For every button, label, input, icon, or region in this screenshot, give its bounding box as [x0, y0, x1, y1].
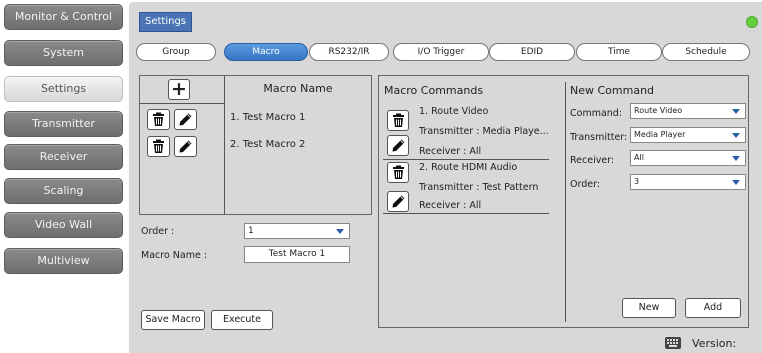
delete-macro-button[interactable]	[147, 109, 170, 130]
macro-list-item[interactable]: 2. Test Macro 2	[230, 139, 305, 150]
order-label: Order :	[141, 226, 175, 237]
pencil-icon	[179, 140, 192, 153]
command-receiver: Receiver : All	[419, 146, 482, 157]
command-receiver: Receiver : All	[419, 200, 482, 211]
edit-macro-button[interactable]	[174, 109, 197, 130]
tab-io-trigger[interactable]: I/O Trigger	[393, 43, 489, 61]
pencil-icon	[392, 195, 405, 208]
trash-icon	[393, 165, 404, 179]
commands-panel: Macro Commands 1. Route Video Transmitte…	[378, 75, 749, 328]
add-command-button[interactable]: Add	[685, 298, 741, 318]
sidebar-item-video-wall[interactable]: Video Wall	[4, 212, 123, 238]
execute-button[interactable]: Execute	[211, 310, 273, 330]
commands-divider	[565, 82, 566, 322]
list-header-divider	[140, 103, 224, 104]
trash-icon	[393, 113, 404, 127]
macro-list-item[interactable]: 1. Test Macro 1	[230, 112, 305, 123]
transmitter-value: Media Player	[634, 130, 686, 139]
chevron-down-icon	[732, 133, 740, 138]
delete-command-button[interactable]	[387, 162, 409, 183]
sidebar-item-multiview[interactable]: Multiview	[4, 248, 123, 274]
order-value: 1	[248, 226, 254, 236]
tab-rs232-ir[interactable]: RS232/IR	[309, 43, 389, 61]
command-title: 2. Route HDMI Audio	[419, 162, 518, 173]
chevron-down-icon	[732, 109, 740, 114]
tab-time[interactable]: Time	[576, 43, 662, 61]
chevron-down-icon	[732, 156, 740, 161]
edit-command-button[interactable]	[387, 135, 409, 156]
pencil-icon	[179, 113, 192, 126]
sidebar-item-scaling[interactable]: Scaling	[4, 178, 123, 204]
macro-name-input[interactable]: Test Macro 1	[244, 246, 350, 263]
tab-macro[interactable]: Macro	[224, 43, 308, 61]
command-transmitter: Transmitter : Media Playe...	[419, 126, 549, 137]
tab-schedule[interactable]: Schedule	[662, 43, 750, 61]
macro-list: + Macro Name 1. Test Macro 1 2. Test Mac…	[139, 75, 372, 215]
main-panel: Settings Group Macro RS232/IR I/O Trigge…	[129, 2, 762, 353]
trash-icon	[153, 112, 164, 126]
tab-edid[interactable]: EDID	[489, 43, 575, 61]
chevron-down-icon	[336, 229, 344, 234]
new-order-value: 3	[634, 177, 640, 186]
sidebar-item-system[interactable]: System	[4, 40, 123, 66]
macro-name-label: Macro Name :	[141, 250, 208, 261]
new-command-button[interactable]: New	[622, 298, 676, 318]
status-indicator	[746, 16, 758, 28]
add-macro-button[interactable]: +	[168, 79, 190, 100]
delete-macro-button[interactable]	[147, 136, 170, 157]
pencil-icon	[392, 139, 405, 152]
chevron-down-icon	[732, 180, 740, 185]
transmitter-label: Transmitter:	[570, 132, 628, 143]
footer: Version:	[129, 335, 762, 353]
transmitter-select[interactable]: Media Player	[630, 127, 746, 143]
macro-commands-heading: Macro Commands	[384, 84, 484, 97]
sidebar-item-receiver[interactable]: Receiver	[4, 144, 123, 170]
plus-icon: +	[171, 78, 187, 100]
version-label: Version:	[692, 337, 737, 350]
sidebar: Monitor & Control System Settings Transm…	[0, 0, 127, 353]
save-macro-button[interactable]: Save Macro	[141, 310, 205, 330]
command-value: Route Video	[634, 106, 683, 115]
keyboard-icon[interactable]	[665, 337, 681, 349]
new-command-heading: New Command	[570, 84, 655, 97]
macro-name-header: Macro Name	[263, 82, 333, 95]
new-order-select[interactable]: 3	[630, 174, 746, 190]
list-divider	[224, 76, 225, 214]
edit-macro-button[interactable]	[174, 136, 197, 157]
trash-icon	[153, 139, 164, 153]
sidebar-item-settings[interactable]: Settings	[4, 76, 123, 102]
order-select[interactable]: 1	[244, 223, 350, 239]
receiver-label: Receiver:	[570, 155, 615, 166]
edit-command-button[interactable]	[387, 191, 409, 212]
tab-group[interactable]: Group	[136, 43, 216, 61]
delete-command-button[interactable]	[387, 110, 409, 131]
sidebar-item-monitor-control[interactable]: Monitor & Control	[4, 4, 123, 30]
command-transmitter: Transmitter : Test Pattern	[419, 182, 539, 193]
page-title: Settings	[139, 12, 193, 32]
sidebar-item-transmitter[interactable]: Transmitter	[4, 111, 123, 137]
command-separator	[383, 213, 549, 214]
receiver-value: All	[634, 153, 644, 162]
command-label: Command:	[570, 108, 623, 119]
command-select[interactable]: Route Video	[630, 103, 746, 119]
new-order-label: Order:	[570, 179, 601, 190]
command-separator	[383, 159, 549, 160]
receiver-select[interactable]: All	[630, 150, 746, 166]
command-title: 1. Route Video	[419, 106, 489, 117]
